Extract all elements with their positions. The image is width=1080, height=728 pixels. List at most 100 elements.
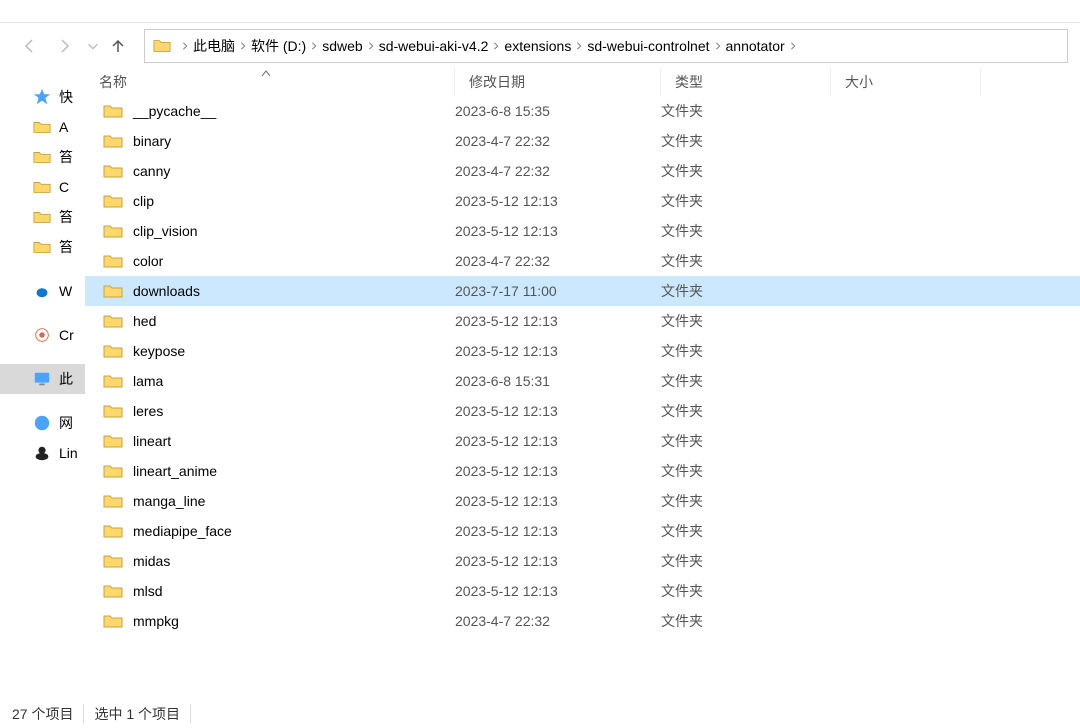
- file-type: 文件夹: [661, 221, 831, 241]
- chevron-right-icon[interactable]: [179, 42, 191, 50]
- file-name: lama: [133, 373, 163, 389]
- folder-icon: [103, 521, 123, 541]
- file-name: manga_line: [133, 493, 205, 509]
- folder-icon: [153, 37, 171, 55]
- sidebar-this-pc[interactable]: 此: [0, 364, 85, 394]
- address-bar[interactable]: 此电脑软件 (D:) sdweb sd-webui-aki-v4.2 extensio…: [144, 29, 1068, 63]
- folder-icon: [103, 461, 123, 481]
- file-type: 文件夹: [661, 461, 831, 481]
- file-date: 2023-5-12 12:13: [455, 433, 661, 449]
- arrow-right-icon: [56, 38, 72, 54]
- table-row[interactable]: mmpkg2023-4-7 22:32文件夹: [85, 606, 1080, 636]
- chevron-right-icon[interactable]: [787, 42, 799, 50]
- file-type: 文件夹: [661, 161, 831, 181]
- breadcrumb-segment[interactable]: sd-webui-controlnet: [585, 38, 711, 54]
- status-selection: 选中 1 个项目: [84, 704, 191, 724]
- file-name: __pycache__: [133, 103, 216, 119]
- sidebar-item-label: 快: [59, 87, 73, 107]
- file-name: canny: [133, 163, 170, 179]
- nav-back-button[interactable]: [18, 34, 42, 58]
- sidebar-folder-icon: [33, 238, 51, 256]
- table-row[interactable]: lineart2023-5-12 12:13文件夹: [85, 426, 1080, 456]
- table-row[interactable]: keypose2023-5-12 12:13文件夹: [85, 336, 1080, 366]
- file-date: 2023-5-12 12:13: [455, 403, 661, 419]
- file-type: 文件夹: [661, 521, 831, 541]
- sidebar-item[interactable]: W: [0, 276, 85, 306]
- sidebar-item-label: W: [59, 283, 72, 299]
- table-row[interactable]: clip2023-5-12 12:13文件夹: [85, 186, 1080, 216]
- sidebar-quick-access[interactable]: 快: [0, 82, 85, 112]
- table-row[interactable]: color2023-4-7 22:32文件夹: [85, 246, 1080, 276]
- recent-dropdown-button[interactable]: [86, 34, 100, 58]
- address-toolbar: 此电脑软件 (D:) sdweb sd-webui-aki-v4.2 extensio…: [0, 22, 1080, 68]
- table-row[interactable]: leres2023-5-12 12:13文件夹: [85, 396, 1080, 426]
- file-date: 2023-6-8 15:31: [455, 373, 661, 389]
- sidebar-item[interactable]: 网: [0, 408, 85, 438]
- folder-icon: [103, 161, 123, 181]
- breadcrumb-segment[interactable]: sdweb: [320, 38, 364, 54]
- table-row[interactable]: mediapipe_face2023-5-12 12:13文件夹: [85, 516, 1080, 546]
- column-header-type[interactable]: 类型: [661, 68, 831, 96]
- arrow-left-icon: [22, 38, 38, 54]
- table-row[interactable]: lama2023-6-8 15:31文件夹: [85, 366, 1080, 396]
- chevron-right-icon[interactable]: [490, 42, 502, 50]
- table-row[interactable]: binary2023-4-7 22:32文件夹: [85, 126, 1080, 156]
- chevron-right-icon[interactable]: [712, 42, 724, 50]
- chevron-down-icon: [86, 38, 100, 54]
- navigation-pane[interactable]: 快 A笞C笞笞 W Cr 此 网Lin: [0, 68, 85, 668]
- file-date: 2023-5-12 12:13: [455, 313, 661, 329]
- file-date: 2023-5-12 12:13: [455, 493, 661, 509]
- sidebar-item[interactable]: 笞: [0, 202, 85, 232]
- breadcrumb-segment[interactable]: extensions: [502, 38, 573, 54]
- chevron-right-icon[interactable]: [308, 42, 320, 50]
- column-header-date[interactable]: 修改日期: [455, 68, 661, 96]
- table-row[interactable]: lineart_anime2023-5-12 12:13文件夹: [85, 456, 1080, 486]
- sidebar-item[interactable]: C: [0, 172, 85, 202]
- sidebar-item[interactable]: Cr: [0, 320, 85, 350]
- arrow-up-icon: [110, 38, 126, 54]
- file-type: 文件夹: [661, 281, 831, 301]
- breadcrumb-segment[interactable]: 此电脑: [191, 36, 237, 56]
- table-row[interactable]: midas2023-5-12 12:13文件夹: [85, 546, 1080, 576]
- table-row[interactable]: downloads2023-7-17 11:00文件夹: [85, 276, 1080, 306]
- table-row[interactable]: hed2023-5-12 12:13文件夹: [85, 306, 1080, 336]
- file-name: midas: [133, 553, 170, 569]
- file-date: 2023-5-12 12:13: [455, 553, 661, 569]
- file-date: 2023-5-12 12:13: [455, 463, 661, 479]
- breadcrumb: 此电脑软件 (D:) sdweb sd-webui-aki-v4.2 extensio…: [191, 36, 799, 56]
- file-type: 文件夹: [661, 251, 831, 271]
- breadcrumb-segment[interactable]: 软件 (D:): [249, 36, 308, 56]
- chevron-right-icon[interactable]: [365, 42, 377, 50]
- nav-up-button[interactable]: [106, 34, 130, 58]
- sidebar-item-label: 此: [59, 369, 73, 389]
- sidebar-item[interactable]: 笞: [0, 142, 85, 172]
- breadcrumb-segment[interactable]: sd-webui-aki-v4.2: [377, 38, 491, 54]
- column-header-size[interactable]: 大小: [831, 68, 981, 96]
- file-type: 文件夹: [661, 131, 831, 151]
- sidebar-item-label: A: [59, 119, 68, 135]
- breadcrumb-segment[interactable]: annotator: [724, 38, 787, 54]
- sidebar-item[interactable]: 笞: [0, 232, 85, 262]
- file-date: 2023-5-12 12:13: [455, 223, 661, 239]
- file-name: downloads: [133, 283, 200, 299]
- file-name: color: [133, 253, 163, 269]
- file-type: 文件夹: [661, 311, 831, 331]
- folder-icon: [103, 371, 123, 391]
- table-row[interactable]: clip_vision2023-5-12 12:13文件夹: [85, 216, 1080, 246]
- nav-forward-button[interactable]: [52, 34, 76, 58]
- chevron-right-icon[interactable]: [237, 42, 249, 50]
- table-row[interactable]: manga_line2023-5-12 12:13文件夹: [85, 486, 1080, 516]
- file-type: 文件夹: [661, 581, 831, 601]
- file-type: 文件夹: [661, 401, 831, 421]
- table-row[interactable]: mlsd2023-5-12 12:13文件夹: [85, 576, 1080, 606]
- sidebar-item[interactable]: A: [0, 112, 85, 142]
- folder-icon: [103, 311, 123, 331]
- sidebar-item[interactable]: Lin: [0, 438, 85, 468]
- file-date: 2023-4-7 22:32: [455, 133, 661, 149]
- chevron-right-icon[interactable]: [573, 42, 585, 50]
- file-name: keypose: [133, 343, 185, 359]
- column-headers: 名称 修改日期 类型 大小: [85, 68, 1080, 96]
- table-row[interactable]: __pycache__2023-6-8 15:35文件夹: [85, 96, 1080, 126]
- file-date: 2023-5-12 12:13: [455, 343, 661, 359]
- table-row[interactable]: canny2023-4-7 22:32文件夹: [85, 156, 1080, 186]
